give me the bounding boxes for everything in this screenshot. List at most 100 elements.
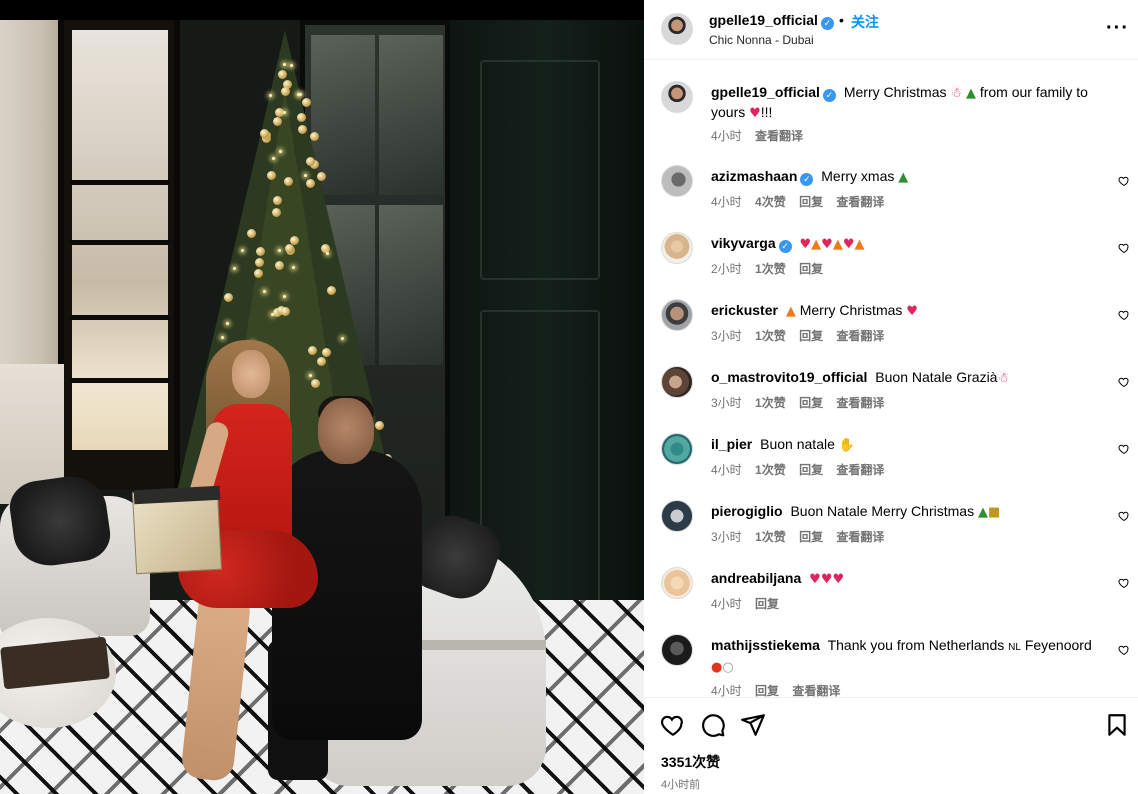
like-comment-heart-icon[interactable]	[1118, 242, 1130, 254]
avatar[interactable]	[661, 500, 693, 532]
comment-likes[interactable]: 1次赞	[755, 262, 786, 276]
tree-bauble	[326, 285, 336, 295]
comment-text: azizmashaan ✓ Merry xmas ▲	[711, 167, 1101, 187]
comment-meta: 2小时 1次赞 回复	[711, 260, 833, 277]
comment-likes[interactable]: 1次赞	[755, 530, 786, 544]
comment-username[interactable]: vikyvarga ✓	[711, 235, 792, 253]
tree-bauble	[311, 378, 321, 388]
like-comment-heart-icon[interactable]	[1118, 644, 1130, 656]
avatar[interactable]	[661, 634, 693, 666]
reply-button[interactable]: 回复	[799, 195, 823, 209]
avatar[interactable]	[661, 13, 693, 45]
translate-button[interactable]: 查看翻译	[755, 129, 803, 143]
avatar[interactable]	[661, 81, 693, 113]
avatar[interactable]	[661, 232, 693, 264]
comment-likes[interactable]: 1次赞	[755, 463, 786, 477]
reply-button[interactable]: 回复	[755, 597, 779, 611]
christmas-tree-emoji-icon: ▲	[898, 170, 909, 185]
post-likes-count[interactable]: 3351次赞	[661, 752, 720, 772]
translate-button[interactable]: 查看翻译	[836, 463, 884, 477]
follow-button[interactable]: 关注	[851, 12, 879, 32]
comment-time[interactable]: 4小时	[711, 195, 742, 209]
reply-button[interactable]: 回复	[799, 463, 823, 477]
heart-icon[interactable]	[660, 712, 686, 738]
comment-username[interactable]: azizmashaan ✓	[711, 168, 814, 186]
comment-username[interactable]: erickuster	[711, 302, 778, 318]
comments-list[interactable]: gpelle19_official ✓ Merry Christmas ☃ ▲ f…	[644, 61, 1138, 697]
like-comment-heart-icon[interactable]	[1118, 577, 1130, 589]
reply-button[interactable]: 回复	[799, 530, 823, 544]
post-username[interactable]: gpelle19_official ✓	[709, 12, 834, 30]
post-location[interactable]: Chic Nonna - Dubai	[709, 33, 814, 47]
reply-button[interactable]: 回复	[799, 262, 823, 276]
comment-meta: 4小时 1次赞 回复 查看翻译	[711, 461, 894, 478]
comment-time[interactable]: 3小时	[711, 530, 742, 544]
comment-time[interactable]: 3小时	[711, 329, 742, 343]
like-comment-heart-icon[interactable]	[1118, 175, 1130, 187]
like-comment-heart-icon[interactable]	[1118, 443, 1130, 455]
caption-username[interactable]: gpelle19_official ✓	[711, 84, 836, 102]
tree-light	[289, 63, 293, 67]
translate-button[interactable]: 查看翻译	[792, 684, 840, 697]
comment-likes[interactable]: 1次赞	[755, 329, 786, 343]
tree-light	[282, 62, 286, 66]
avatar[interactable]	[661, 433, 693, 465]
comment-username-text[interactable]: vikyvarga	[711, 235, 776, 251]
red-heart-emoji-icon: ♥	[906, 304, 918, 319]
caption-time[interactable]: 4小时	[711, 129, 742, 143]
comment-text: erickuster ▲ Merry Christmas ♥	[711, 301, 1101, 321]
reply-button[interactable]: 回复	[799, 329, 823, 343]
share-icon[interactable]	[740, 712, 766, 738]
comment-username[interactable]: andreabiljana	[711, 570, 801, 586]
comment-time[interactable]: 4小时	[711, 597, 742, 611]
post-photo[interactable]	[0, 0, 644, 794]
comment-meta: 3小时 1次赞 回复 查看翻译	[711, 327, 894, 344]
translate-button[interactable]: 查看翻译	[836, 329, 884, 343]
comment-time[interactable]: 4小时	[711, 463, 742, 477]
avatar[interactable]	[661, 165, 693, 197]
like-comment-heart-icon[interactable]	[1118, 510, 1130, 522]
fire-emoji-icon: ▲	[832, 237, 843, 252]
post-actions: 3351次赞 4小时前	[644, 697, 1138, 794]
comment-text: vikyvarga ✓ ♥▲♥▲♥▲	[711, 234, 1101, 254]
tree-bauble	[297, 112, 307, 122]
translate-button[interactable]: 查看翻译	[836, 396, 884, 410]
verified-badge-icon: ✓	[800, 173, 814, 186]
tree-bauble	[272, 117, 282, 127]
comment-icon[interactable]	[700, 712, 726, 738]
comment-body: Merry Christmas	[799, 302, 903, 318]
comment-time[interactable]: 2小时	[711, 262, 742, 276]
comment-time[interactable]: 3小时	[711, 396, 742, 410]
reply-button[interactable]: 回复	[799, 396, 823, 410]
comment-username-text[interactable]: azizmashaan	[711, 168, 797, 184]
caption-text: gpelle19_official ✓ Merry Christmas ☃ ▲ f…	[711, 83, 1101, 123]
comment-username[interactable]: il_pier	[711, 436, 752, 452]
caption-username-text[interactable]: gpelle19_official	[711, 84, 820, 100]
post-username-text[interactable]: gpelle19_official	[709, 12, 818, 28]
tree-bauble	[266, 170, 276, 180]
comment-username[interactable]: o_mastrovito19_official	[711, 369, 867, 385]
comment-likes[interactable]: 4次赞	[755, 195, 786, 209]
comment-time[interactable]: 4小时	[711, 684, 742, 697]
translate-button[interactable]: 查看翻译	[836, 530, 884, 544]
more-options-icon[interactable]: ···	[1106, 18, 1129, 38]
tree-bauble	[271, 207, 281, 217]
post-timestamp[interactable]: 4小时前	[661, 776, 700, 792]
avatar[interactable]	[661, 366, 693, 398]
comment-meta: 4小时 回复 查看翻译	[711, 682, 850, 697]
tree-light	[292, 265, 296, 269]
like-comment-heart-icon[interactable]	[1118, 376, 1130, 388]
comment-username[interactable]: pierogiglio	[711, 503, 783, 519]
verified-badge-icon: ✓	[820, 17, 834, 30]
comment-username[interactable]: mathijsstiekema	[711, 637, 820, 653]
bookmark-icon[interactable]	[1104, 712, 1130, 738]
like-comment-heart-icon[interactable]	[1118, 309, 1130, 321]
comment-likes[interactable]: 1次赞	[755, 396, 786, 410]
avatar[interactable]	[661, 567, 693, 599]
reply-button[interactable]: 回复	[755, 684, 779, 697]
avatar[interactable]	[661, 299, 693, 331]
caption-text-part: !!!	[760, 104, 773, 120]
tree-bauble	[223, 292, 233, 302]
translate-button[interactable]: 查看翻译	[836, 195, 884, 209]
tree-bauble	[280, 306, 290, 316]
